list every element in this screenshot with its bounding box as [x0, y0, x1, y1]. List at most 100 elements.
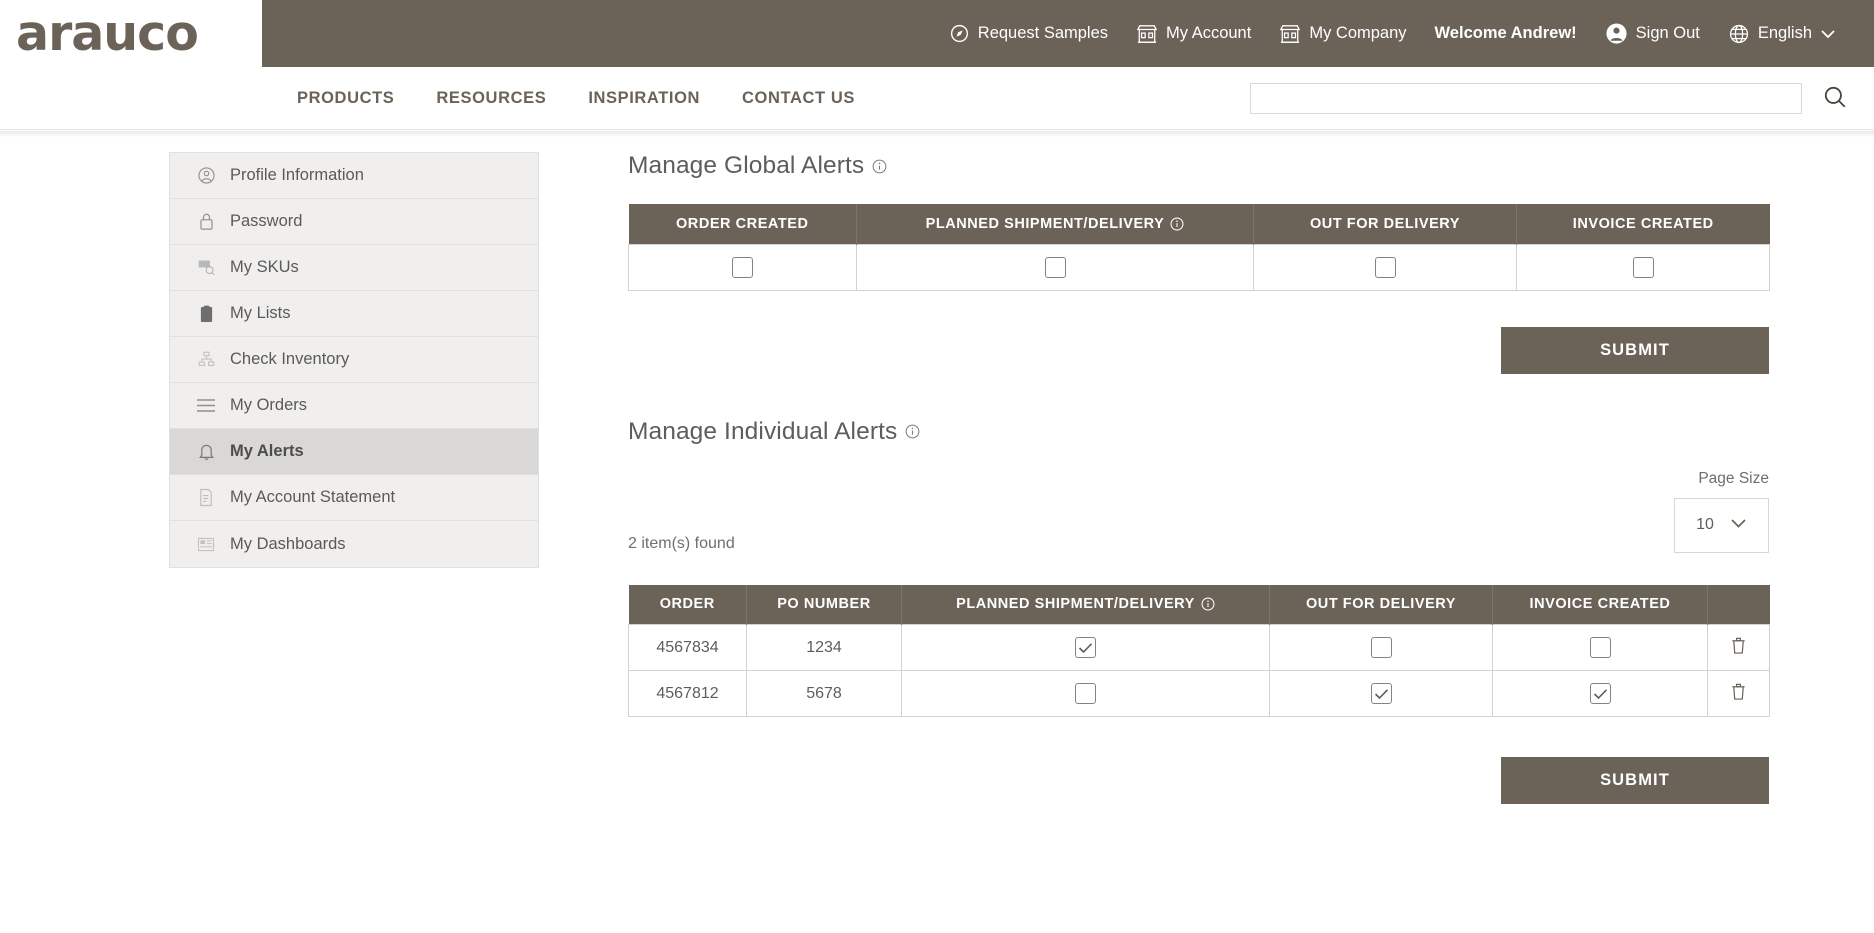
checkbox-invoice-created[interactable]	[1589, 637, 1611, 658]
checkbox-out-for-delivery[interactable]	[1370, 683, 1392, 704]
sidebar-item-password[interactable]: Password	[170, 199, 538, 245]
cell-invoice-created	[1492, 670, 1708, 717]
storefront-icon	[1136, 24, 1158, 44]
checkbox-planned-shipment[interactable]	[1044, 256, 1066, 278]
welcome-text: Welcome Andrew!	[1434, 24, 1577, 42]
items-found-text: 2 item(s) found	[628, 534, 735, 552]
column-header-actions	[1707, 584, 1770, 625]
cell-out-for-delivery	[1269, 624, 1493, 671]
info-icon[interactable]	[1201, 597, 1215, 611]
sidebar-item-label: Check Inventory	[230, 350, 350, 368]
column-label: PLANNED SHIPMENT/DELIVERY	[956, 596, 1195, 613]
individual-alerts-table: ORDER PO NUMBER PLANNED SHIPMENT/DELIVER…	[628, 584, 1770, 717]
cell-po-number: 5678	[746, 670, 902, 717]
statement-document-icon	[196, 488, 216, 508]
sidebar-item-label: Password	[230, 212, 303, 230]
column-label: ORDER CREATED	[675, 215, 809, 232]
global-alerts-title-text: Manage Global Alerts	[628, 152, 865, 179]
column-label: PLANNED SHIPMENT/DELIVERY	[925, 215, 1165, 232]
individual-alerts-title: Manage Individual Alerts	[628, 418, 1770, 446]
sidebar-item-my-skus[interactable]: My SKUs	[170, 245, 538, 291]
table-header-row: ORDER CREATED PLANNED SHIPMENT/DELIVERY	[628, 204, 1770, 244]
info-icon[interactable]	[1170, 217, 1184, 231]
nav-item-products[interactable]: PRODUCTS	[276, 89, 415, 108]
info-icon[interactable]	[872, 159, 887, 174]
cell-order: 4567834	[628, 624, 747, 671]
global-alerts-submit-button[interactable]: SUBMIT	[1501, 326, 1769, 374]
sku-search-icon	[196, 258, 216, 278]
table-header-row: ORDER PO NUMBER PLANNED SHIPMENT/DELIVER…	[628, 584, 1770, 625]
sidebar-item-check-inventory[interactable]: Check Inventory	[170, 337, 538, 383]
checkbox-out-for-delivery[interactable]	[1370, 637, 1392, 658]
table-row: 4567812 5678	[628, 670, 1770, 717]
sidebar-item-label: My Orders	[230, 396, 308, 414]
logo[interactable]: arauco	[0, 0, 262, 67]
delete-row-button[interactable]	[1730, 682, 1747, 704]
top-utility-bar: arauco Request Samples My Account My Com…	[0, 0, 1874, 67]
cell-order-created	[628, 243, 857, 291]
column-header-out-for-delivery: OUT FOR DELIVERY	[1253, 204, 1517, 244]
global-alerts-table: ORDER CREATED PLANNED SHIPMENT/DELIVERY	[628, 204, 1770, 291]
bell-icon	[196, 442, 216, 462]
results-and-pagesize-row: 2 item(s) found 10	[628, 497, 1769, 553]
my-company-link[interactable]: My Company	[1265, 0, 1420, 67]
sidebar-item-profile-information[interactable]: Profile Information	[170, 153, 538, 199]
language-selector[interactable]: English	[1714, 0, 1850, 67]
my-account-link[interactable]: My Account	[1122, 0, 1265, 67]
page-size-label: Page Size	[1698, 469, 1769, 487]
cell-out-for-delivery	[1269, 670, 1493, 717]
nav-item-inspiration[interactable]: INSPIRATION	[567, 89, 721, 108]
nav-link-group: PRODUCTS RESOURCES INSPIRATION CONTACT U…	[276, 89, 876, 108]
column-header-order-created: ORDER CREATED	[628, 204, 857, 244]
page-body: Profile Information Password My SKUs My …	[0, 130, 1874, 804]
request-samples-link[interactable]: Request Samples	[935, 0, 1122, 67]
cell-order: 4567812	[628, 670, 747, 717]
individual-alerts-submit-row: SUBMIT	[628, 757, 1769, 804]
chevron-down-icon	[1730, 516, 1747, 534]
cell-actions	[1707, 624, 1770, 671]
cell-invoice-created	[1492, 624, 1708, 671]
welcome-message: Welcome Andrew!	[1421, 0, 1591, 67]
individual-alerts-submit-button[interactable]: SUBMIT	[1501, 757, 1769, 804]
cell-planned-shipment	[901, 670, 1270, 717]
sidebar-item-my-account-statement[interactable]: My Account Statement	[170, 475, 538, 521]
lock-icon	[196, 212, 216, 232]
search-button[interactable]	[1822, 84, 1848, 113]
checkbox-planned-shipment[interactable]	[1075, 683, 1096, 704]
sign-out-link[interactable]: Sign Out	[1591, 0, 1714, 67]
delete-row-button[interactable]	[1730, 636, 1747, 658]
user-circle-icon	[1605, 22, 1628, 45]
dashboard-icon	[196, 534, 216, 554]
page-size-value: 10	[1696, 516, 1714, 533]
column-label: OUT FOR DELIVERY	[1309, 215, 1461, 232]
cell-po-number: 1234	[746, 624, 902, 671]
column-label: PO NUMBER	[777, 596, 871, 613]
checkbox-invoice-created[interactable]	[1632, 256, 1654, 278]
column-header-order: ORDER	[628, 584, 747, 625]
my-account-label: My Account	[1166, 24, 1252, 42]
sign-out-label: Sign Out	[1635, 24, 1700, 42]
sidebar-item-label: My SKUs	[230, 258, 299, 276]
checkbox-planned-shipment[interactable]	[1075, 637, 1096, 658]
globe-icon	[1728, 23, 1750, 45]
cell-planned-shipment	[856, 243, 1254, 291]
cell-out-for-delivery	[1253, 243, 1517, 291]
sidebar-item-my-lists[interactable]: My Lists	[170, 291, 538, 337]
page-size-select[interactable]: 10	[1674, 497, 1769, 553]
column-header-planned-shipment-delivery: PLANNED SHIPMENT/DELIVERY	[901, 584, 1270, 625]
table-row: 4567834 1234	[628, 624, 1770, 671]
info-icon[interactable]	[905, 424, 920, 439]
checkbox-out-for-delivery[interactable]	[1374, 256, 1396, 278]
checkbox-order-created[interactable]	[732, 256, 753, 278]
global-alerts-title: Manage Global Alerts	[628, 152, 1770, 180]
search-input[interactable]	[1250, 82, 1802, 114]
sidebar-item-my-dashboards[interactable]: My Dashboards	[170, 521, 538, 567]
individual-alerts-title-text: Manage Individual Alerts	[628, 417, 898, 445]
nav-item-contact-us[interactable]: CONTACT US	[721, 89, 876, 108]
nav-item-resources[interactable]: RESOURCES	[415, 89, 567, 108]
sidebar-item-label: My Dashboards	[230, 534, 346, 553]
cell-invoice-created	[1516, 243, 1770, 291]
sidebar-item-my-orders[interactable]: My Orders	[170, 383, 538, 429]
checkbox-invoice-created[interactable]	[1589, 683, 1611, 704]
sidebar-item-my-alerts[interactable]: My Alerts	[170, 429, 538, 475]
